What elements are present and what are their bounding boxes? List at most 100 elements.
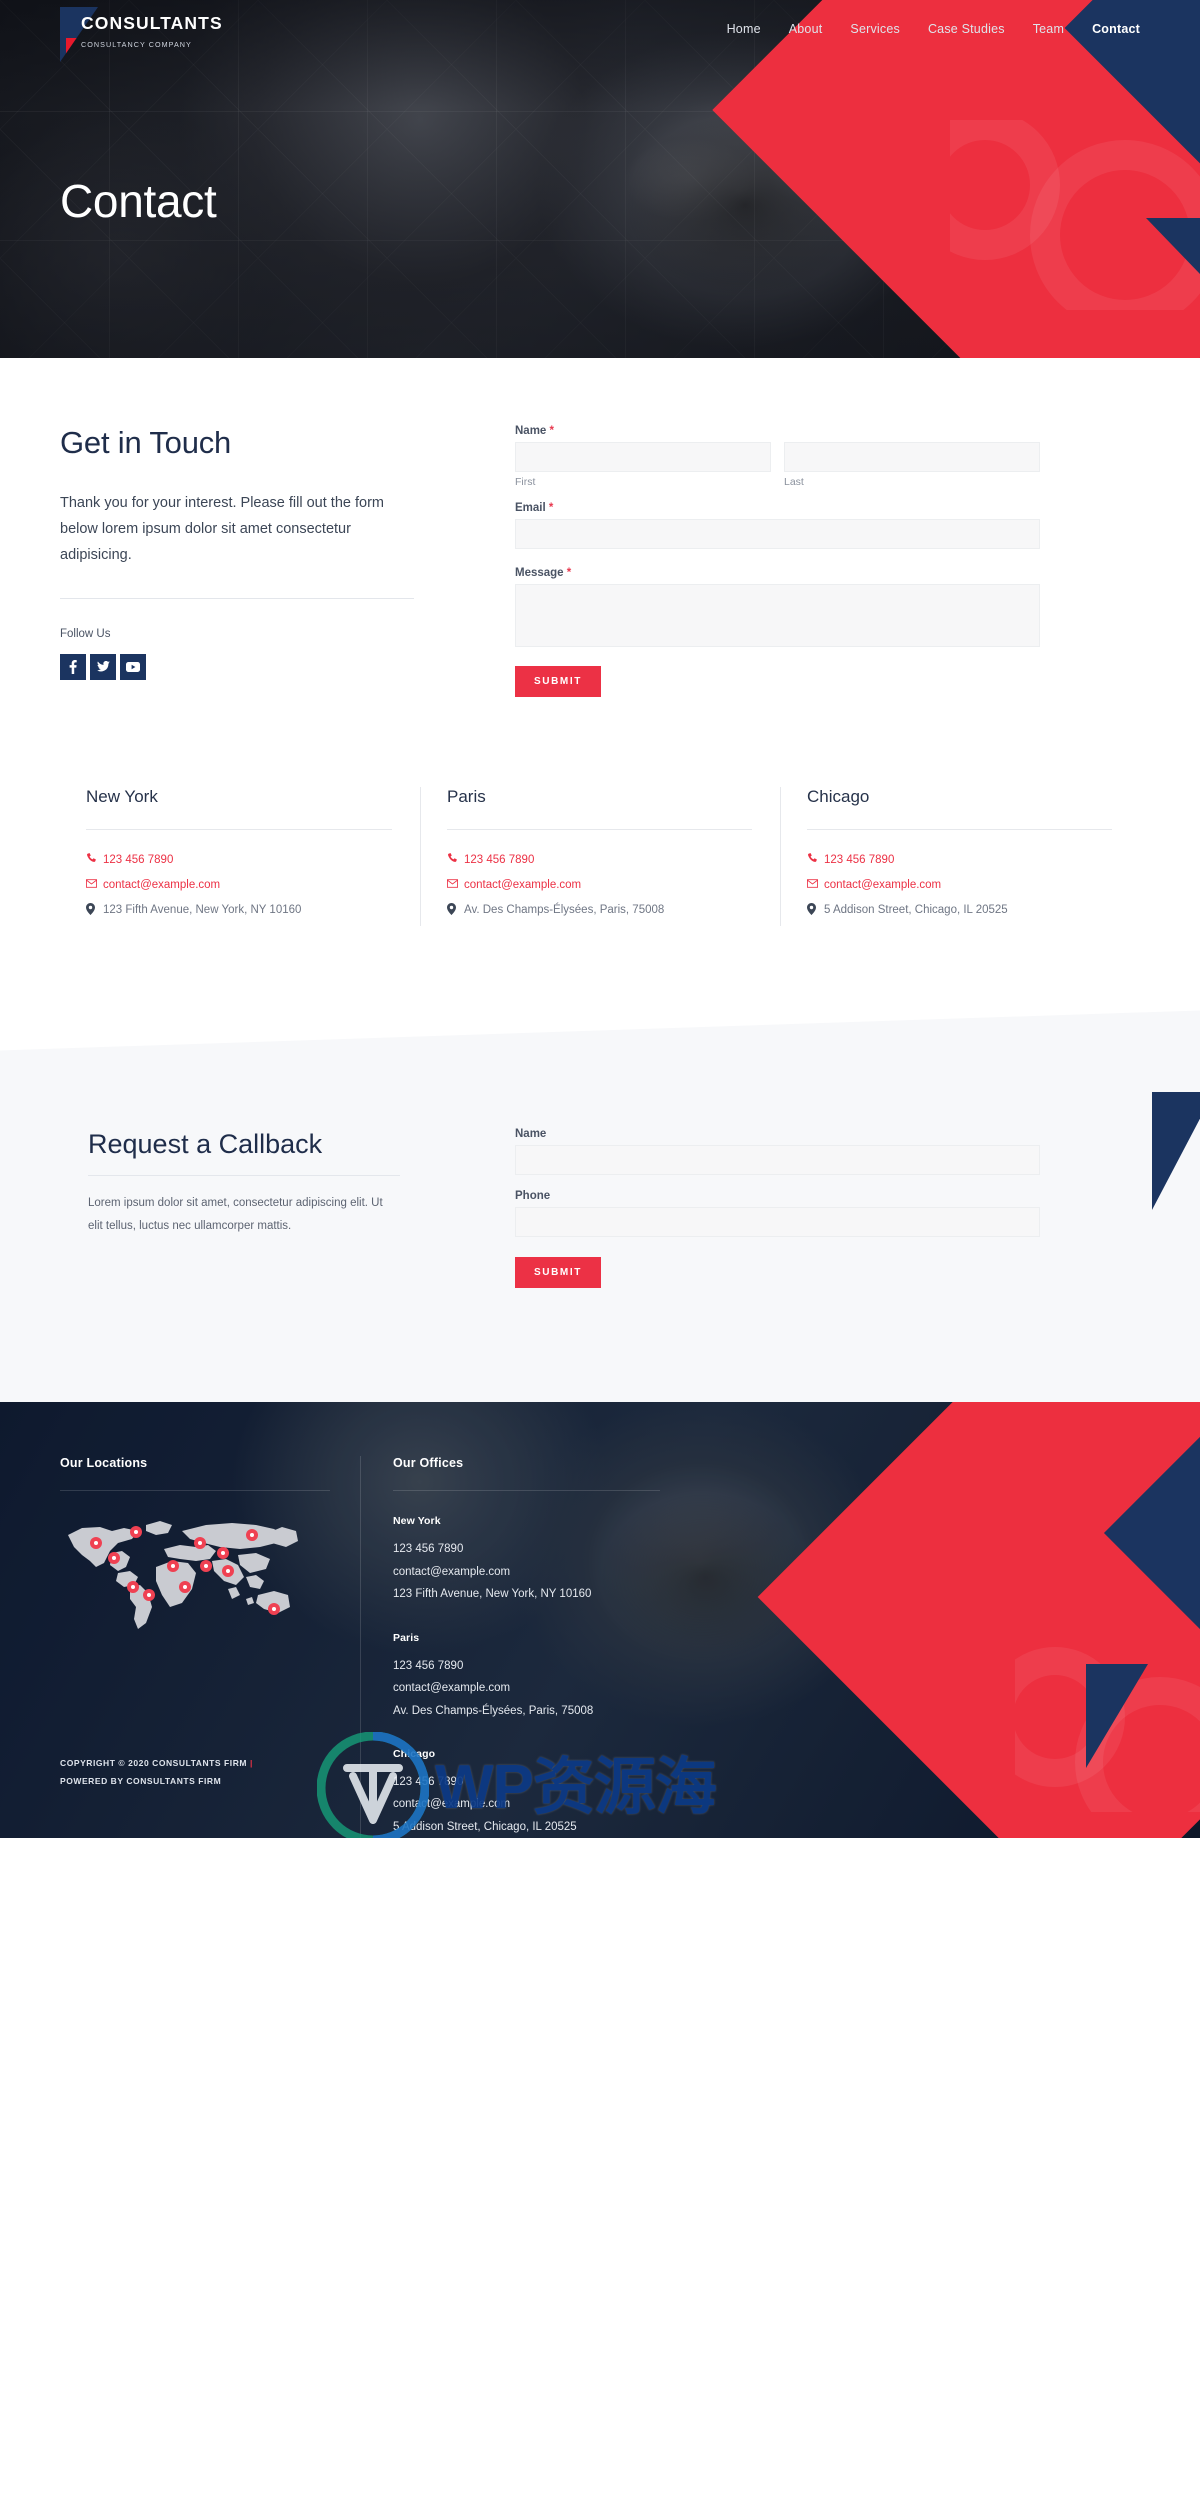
office-phone-row[interactable]: 123 456 7890 (807, 852, 1112, 870)
last-name-group: Last (784, 442, 1040, 488)
callback-submit-button[interactable]: SUBMIT (515, 1257, 601, 1289)
callback-name-input[interactable] (515, 1145, 1040, 1176)
footer-office-address: Av. Des Champs-Élysées, Paris, 75008 (393, 1704, 594, 1717)
contact-form[interactable]: Name * First Last Email * Message * SUBM… (515, 425, 1040, 697)
get-in-touch-heading: Get in Touch (60, 425, 232, 460)
footer-locations-heading: Our Locations (60, 1456, 148, 1471)
office-phone: 123 456 7890 (464, 854, 535, 866)
office-city: New York (86, 787, 158, 806)
footer-office-email[interactable]: contact@example.com (393, 1677, 660, 1699)
office-email: contact@example.com (824, 878, 942, 891)
office-email-row[interactable]: contact@example.com (447, 877, 752, 895)
get-in-touch-divider (60, 597, 414, 599)
footer-office-city: Paris (393, 1631, 420, 1644)
required-asterisk: * (549, 425, 555, 437)
office-email: contact@example.com (464, 878, 582, 891)
watermark-text: WP资源海 (435, 1753, 717, 1823)
footer-office-email[interactable]: contact@example.com (393, 1561, 660, 1583)
get-in-touch-column: Get in Touch Thank you for your interest… (60, 425, 480, 697)
office-address: 123 Fifth Avenue, New York, NY 10160 (103, 903, 302, 916)
office-phone-row[interactable]: 123 456 7890 (447, 852, 752, 870)
first-name-input[interactable] (515, 442, 771, 472)
nav-item-home[interactable]: Home (727, 22, 761, 36)
footer-office-address: 123 Fifth Avenue, New York, NY 10160 (393, 1588, 592, 1601)
copyright-separator: | (249, 1758, 253, 1769)
copyright-line-1: COPYRIGHT © 2020 CONSULTANTS FIRM (60, 1758, 248, 1769)
callback-heading: Request a Callback (88, 1129, 323, 1160)
logo-wordmark: CONSULTANTS CONSULTANCY COMPANY (81, 14, 223, 52)
hero-navy-triangle (1146, 218, 1200, 274)
first-name-sublabel: First (515, 476, 536, 488)
office-divider (447, 829, 752, 830)
page-root: CONSULTANTS CONSULTANCY COMPANY Home Abo… (0, 0, 1200, 1839)
follow-us-label: Follow Us (60, 627, 111, 640)
social-links[interactable] (60, 653, 414, 680)
office-address: Av. Des Champs-Élysées, Paris, 75008 (464, 903, 665, 916)
office-phone: 123 456 7890 (824, 854, 895, 866)
watermark-globe-icon (316, 1731, 430, 1839)
footer-office-new-york: New York 123 456 7890 contact@example.co… (393, 1515, 660, 1605)
callback-form[interactable]: Name Phone SUBMIT (515, 1128, 1040, 1289)
required-asterisk: * (566, 567, 572, 579)
nav-item-services[interactable]: Services (850, 22, 900, 36)
footer-offices-heading: Our Offices (393, 1456, 464, 1471)
name-field-group: Name * First Last (515, 425, 1040, 488)
phone-icon (447, 852, 464, 870)
callback-section: Request a Callback Lorem ipsum dolor sit… (0, 1010, 1200, 1403)
office-phone: 123 456 7890 (103, 854, 174, 866)
office-address-row: 5 Addison Street, Chicago, IL 20525 (807, 902, 1112, 920)
callback-divider (88, 1174, 400, 1176)
map-pin-icon (807, 902, 824, 920)
office-divider (807, 829, 1112, 830)
footer-office-phone[interactable]: 123 456 7890 (393, 1655, 660, 1677)
nav-item-contact[interactable]: Contact (1092, 22, 1140, 36)
name-label: Name * (515, 425, 555, 437)
watermark: WP资源海 (316, 1731, 717, 1839)
required-asterisk: * (548, 502, 554, 514)
footer-office-city: New York (393, 1515, 441, 1528)
contact-form-column: Name * First Last Email * Message * SUBM… (480, 425, 1040, 697)
email-icon (447, 877, 464, 895)
message-label: Message * (515, 567, 572, 579)
callback-name-label: Name (515, 1128, 547, 1141)
office-card-new-york: New York 123 456 7890 contact@example.co… (60, 787, 420, 926)
page-title: Contact (60, 175, 217, 227)
footer-office-phone[interactable]: 123 456 7890 (393, 1538, 660, 1560)
facebook-icon[interactable] (60, 653, 86, 680)
contact-section: Get in Touch Thank you for your interest… (0, 358, 1200, 937)
office-phone-row[interactable]: 123 456 7890 (86, 852, 392, 870)
twitter-icon[interactable] (90, 653, 116, 680)
nav-item-about[interactable]: About (789, 22, 823, 36)
world-map (60, 1515, 306, 1633)
callback-phone-group: Phone (515, 1190, 1040, 1238)
office-email-row[interactable]: contact@example.com (86, 877, 392, 895)
message-textarea[interactable] (515, 584, 1040, 647)
callback-form-column: Name Phone SUBMIT (480, 1128, 1040, 1289)
get-in-touch-paragraph: Thank you for your interest. Please fill… (60, 494, 384, 564)
office-address-row: Av. Des Champs-Élysées, Paris, 75008 (447, 902, 752, 920)
footer-offices-divider (393, 1490, 660, 1492)
office-email: contact@example.com (103, 878, 221, 891)
nav-item-team[interactable]: Team (1033, 22, 1064, 36)
map-pin-icon (447, 902, 464, 920)
first-name-group: First (515, 442, 771, 488)
nav-item-case-studies[interactable]: Case Studies (928, 22, 1005, 36)
logo-tagline: CONSULTANCY COMPANY (81, 40, 192, 49)
email-icon (807, 877, 824, 895)
main-navigation[interactable]: Home About Services Case Studies Team Co… (727, 22, 1140, 36)
last-name-input[interactable] (784, 442, 1040, 472)
email-label: Email * (515, 502, 554, 514)
callback-name-group: Name (515, 1128, 1040, 1176)
message-field-group: Message * (515, 567, 1040, 647)
copyright-line-2: POWERED BY CONSULTANTS FIRM (60, 1775, 222, 1786)
callback-phone-input[interactable] (515, 1207, 1040, 1238)
site-logo[interactable]: CONSULTANTS CONSULTANCY COMPANY (60, 7, 222, 62)
footer-locations-divider (60, 1490, 330, 1492)
contact-submit-button[interactable]: SUBMIT (515, 666, 601, 697)
email-input[interactable] (515, 519, 1040, 549)
hero-banner: CONSULTANTS CONSULTANCY COMPANY Home Abo… (0, 0, 1200, 358)
office-email-row[interactable]: contact@example.com (807, 877, 1112, 895)
youtube-icon[interactable] (120, 653, 146, 680)
office-city: Chicago (807, 787, 870, 806)
email-field-group: Email * (515, 502, 1040, 549)
